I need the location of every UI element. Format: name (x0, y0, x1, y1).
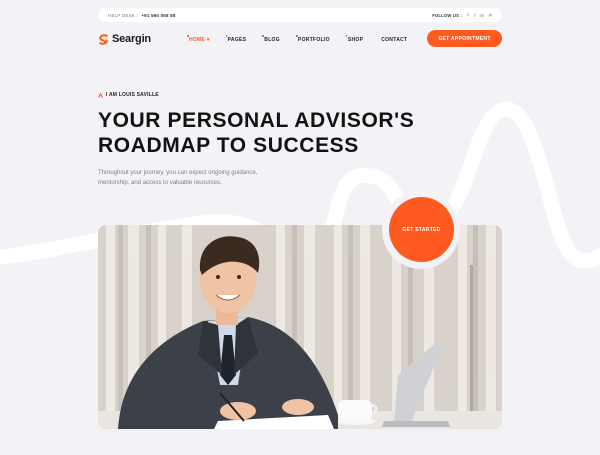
nav-item-pages[interactable]: PAGES (225, 35, 247, 43)
nav-menu: HOME ▾ PAGES BLOG PORTFOLIO SHOP CONTACT (186, 35, 425, 43)
hero-eyebrow: I AM LOUIS SAVILLE (98, 92, 159, 98)
nav-item-label: PORTFOLIO (297, 37, 330, 43)
pinterest-icon[interactable]: P (489, 13, 492, 18)
hero-headline: YOUR PERSONAL ADVISOR'S ROADMAP TO SUCCE… (98, 108, 428, 158)
follow-us-label: FOLLOW US : (432, 12, 463, 18)
nav-item-blog[interactable]: BLOG (262, 35, 280, 43)
nav-item-label: BLOG (264, 37, 280, 43)
main-navigation: Seargin HOME ▾ PAGES BLOG PORTFOLIO SHOP… (98, 30, 502, 48)
brand-logo[interactable]: Seargin (98, 33, 151, 45)
hero-eyebrow-text: I AM LOUIS SAVILLE (106, 92, 159, 98)
hero-headline-line1: YOUR PERSONAL ADVISOR'S (98, 109, 415, 132)
nav-dot (295, 35, 298, 37)
nav-item-label: SHOP (347, 37, 364, 43)
get-appointment-button[interactable]: GET APPOINTMENT (427, 30, 502, 47)
linkedin-icon[interactable]: in (480, 13, 484, 18)
nav-dot (186, 35, 189, 37)
nav-item-label: HOME (188, 37, 206, 43)
nav-item-label: CONTACT (381, 37, 408, 43)
chevron-down-icon: ▾ (205, 37, 210, 43)
top-info-bar: HELP DESK : +91 560 058 88 FOLLOW US : 𝕥… (98, 8, 502, 22)
nav-item-label: PAGES (227, 37, 247, 43)
spark-icon (98, 92, 103, 98)
twitter-icon[interactable]: 𝕥 (467, 12, 469, 18)
nav-item-portfolio[interactable]: PORTFOLIO (295, 35, 330, 43)
follow-us: FOLLOW US : 𝕥 f in P (432, 12, 492, 18)
hero-headline-line2: ROADMAP TO SUCCESS (98, 134, 359, 157)
get-started-button[interactable]: GET STARTED (389, 197, 454, 262)
hero-subtext: Throughout your journey, you can expect … (98, 170, 258, 186)
nav-item-home[interactable]: HOME ▾ (186, 35, 210, 43)
seargin-logo-icon (99, 33, 108, 45)
help-desk-number[interactable]: +91 560 058 88 (141, 13, 175, 18)
brand-name: Seargin (112, 33, 151, 45)
help-desk: HELP DESK : +91 560 058 88 (108, 13, 176, 18)
nav-item-shop[interactable]: SHOP (345, 35, 364, 43)
nav-dot (262, 35, 264, 37)
nav-dot (225, 35, 228, 37)
nav-item-contact[interactable]: CONTACT (381, 35, 407, 43)
facebook-icon[interactable]: f (474, 13, 475, 18)
help-desk-label: HELP DESK : (108, 12, 138, 18)
